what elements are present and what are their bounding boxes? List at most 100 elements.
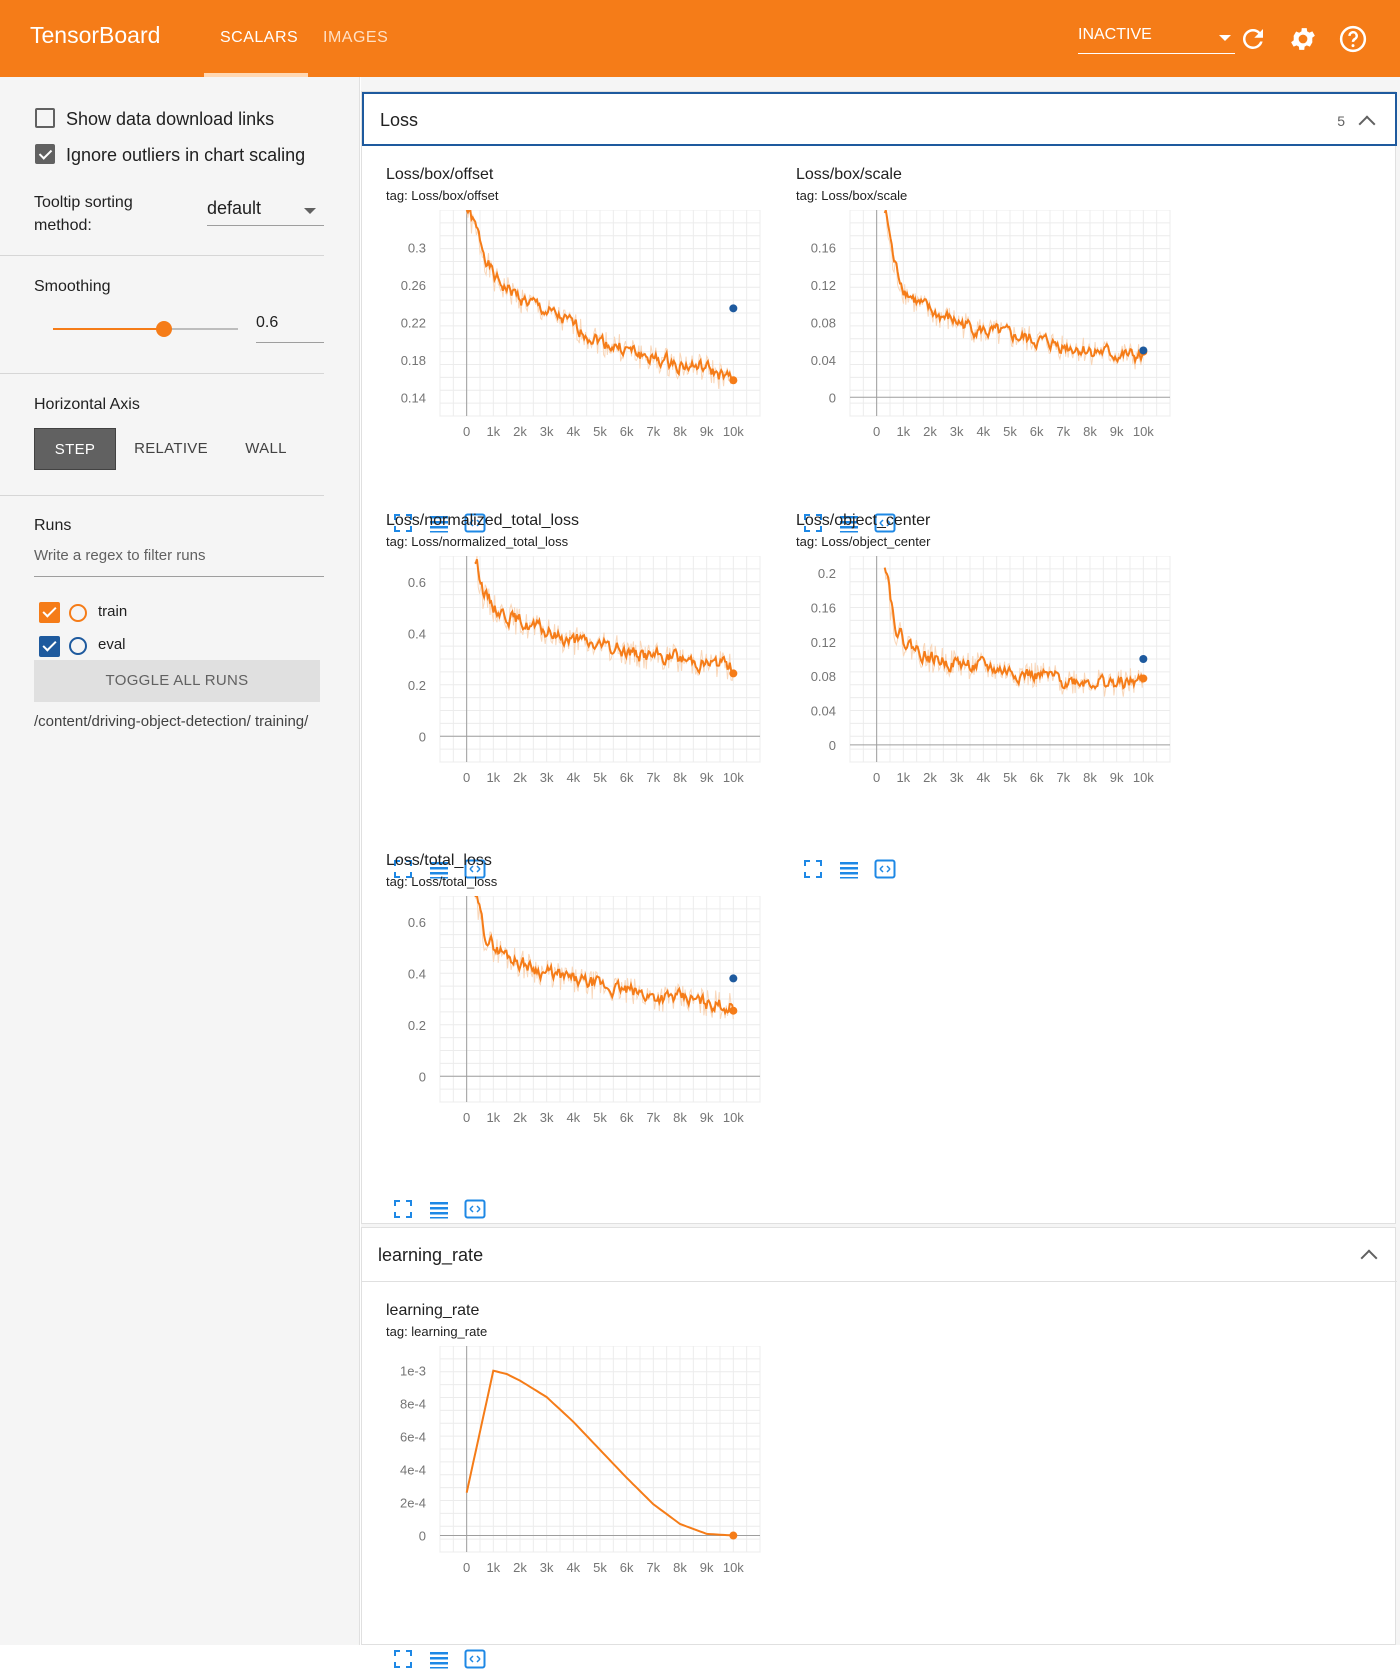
chevron-up-icon[interactable] <box>1358 115 1376 133</box>
run-eval-label: eval <box>98 636 126 653</box>
x-tick-label: 8k <box>1083 424 1097 439</box>
axis-relative-button[interactable]: RELATIVE <box>128 428 214 470</box>
tooltip-sorting-label: Tooltip sorting method: <box>34 194 133 234</box>
chart-plot: 0 1k 2k 3k 4k 5k 6k 7k 8k 9k 10k 0 0.2 0.4 0.6 <box>408 556 761 785</box>
data-point-eval <box>1139 346 1148 355</box>
fullscreen-icon[interactable] <box>392 468 414 532</box>
x-tick-label: 7k <box>1056 770 1070 785</box>
chart-plot: 0 1k 2k 3k 4k 5k 6k 7k 8k 9k 10k 0 2e-4 4e-4 6e-4 8e-4 1… <box>400 1346 761 1575</box>
y-tick-label: 8e-4 <box>400 1397 426 1412</box>
run-train-color-icon <box>69 604 87 622</box>
log-scale-icon[interactable] <box>838 814 860 879</box>
x-tick-label: 6k <box>620 1110 634 1125</box>
y-tick-label: 0.22 <box>401 315 426 330</box>
tab-scalars[interactable]: SCALARS <box>220 29 298 47</box>
refresh-icon[interactable] <box>1238 24 1268 54</box>
run-train-checkbox[interactable] <box>39 602 60 623</box>
log-scale-icon[interactable] <box>428 468 450 533</box>
chevron-up-icon[interactable] <box>1360 1249 1378 1267</box>
fit-domain-icon[interactable] <box>464 468 486 533</box>
runs-label: Runs <box>34 517 72 534</box>
log-scale-icon[interactable] <box>428 1604 450 1669</box>
y-tick-label: 0.4 <box>408 966 426 981</box>
x-tick-label: 3k <box>950 770 964 785</box>
fullscreen-icon[interactable] <box>392 1604 414 1668</box>
x-tick-label: 6k <box>620 424 634 439</box>
chart-tag: tag: learning_rate <box>386 1324 488 1339</box>
x-tick-label: 0 <box>463 1110 470 1125</box>
section-title: Loss <box>380 110 419 130</box>
chart-loss-total-loss: Loss/total_loss tag: Loss/total_loss 0 1k 2k… <box>362 852 762 1219</box>
divider <box>0 373 324 374</box>
sidebar: Show data download links Ignore outliers… <box>0 77 360 1645</box>
horizontal-axis-label: Horizontal Axis <box>34 396 140 413</box>
fit-domain-icon[interactable] <box>464 1154 486 1219</box>
x-tick-label: 8k <box>1083 770 1097 785</box>
axis-step-button[interactable]: STEP <box>34 428 116 470</box>
fit-domain-icon[interactable] <box>874 814 896 879</box>
x-tick-label: 6k <box>620 1560 634 1575</box>
x-tick-label: 4k <box>566 1560 580 1575</box>
x-tick-label: 0 <box>873 770 880 785</box>
x-tick-label: 5k <box>593 1560 607 1575</box>
fit-domain-icon[interactable] <box>464 1604 486 1669</box>
log-scale-icon[interactable] <box>428 1154 450 1219</box>
loss-section: Loss 5 Loss/box/offset tag: Loss/box/offs… <box>361 91 1397 1224</box>
chart-tag: tag: Loss/total_loss <box>386 874 498 889</box>
loss-section-header[interactable]: Loss 5 <box>362 92 1397 146</box>
data-point-train <box>729 1531 738 1540</box>
fullscreen-icon[interactable] <box>802 468 824 532</box>
ignore-outliers-checkbox[interactable] <box>35 144 55 164</box>
x-tick-label: 4k <box>976 424 990 439</box>
toggle-all-runs-button[interactable]: TOGGLE ALL RUNS <box>34 660 320 702</box>
log-scale-icon[interactable] <box>428 814 450 879</box>
x-tick-label: 3k <box>950 424 964 439</box>
x-tick-label: 9k <box>700 424 714 439</box>
x-tick-label: 9k <box>700 770 714 785</box>
y-tick-label: 0.04 <box>811 704 836 719</box>
chart-title: Loss/object_center <box>796 512 931 529</box>
axis-wall-button[interactable]: WALL <box>240 428 292 470</box>
log-scale-icon[interactable] <box>838 468 860 533</box>
x-tick-label: 8k <box>673 1560 687 1575</box>
run-status-select[interactable]: INACTIVE <box>1078 26 1235 54</box>
run-filter-input[interactable]: Write a regex to filter runs <box>34 547 324 577</box>
help-icon[interactable] <box>1338 24 1368 54</box>
x-tick-label: 6k <box>1030 424 1044 439</box>
x-tick-label: 8k <box>673 424 687 439</box>
x-tick-label: 10k <box>723 424 744 439</box>
chart-title: Loss/total_loss <box>386 852 492 869</box>
fit-domain-icon[interactable] <box>874 468 896 533</box>
fullscreen-icon[interactable] <box>392 814 414 878</box>
run-eval-checkbox[interactable] <box>39 636 60 657</box>
data-point-eval <box>729 304 738 313</box>
settings-icon[interactable] <box>1288 24 1318 54</box>
x-tick-label: 7k <box>646 1110 660 1125</box>
chart-tag: tag: Loss/object_center <box>796 534 931 549</box>
x-tick-label: 5k <box>593 770 607 785</box>
x-tick-label: 10k <box>723 1560 744 1575</box>
chart-title: learning_rate <box>386 1302 480 1319</box>
fit-domain-icon[interactable] <box>464 814 486 879</box>
x-tick-label: 7k <box>646 1560 660 1575</box>
x-tick-label: 0 <box>463 424 470 439</box>
run-status-value: INACTIVE <box>1078 26 1152 43</box>
tooltip-sorting-select[interactable]: default <box>207 198 324 226</box>
x-tick-label: 4k <box>976 770 990 785</box>
top-app-bar: TensorBoard SCALARS IMAGES INACTIVE <box>0 0 1400 77</box>
x-tick-label: 0 <box>463 770 470 785</box>
x-tick-label: 7k <box>646 424 660 439</box>
smoothing-value-input[interactable]: 0.6 <box>256 314 324 343</box>
show-download-links-checkbox[interactable] <box>35 108 55 128</box>
fullscreen-icon[interactable] <box>802 814 824 878</box>
chart-learning-rate: learning_rate tag: learning_rate 0 1k 2k 3k 4k… <box>362 1302 762 1669</box>
y-tick-label: 0 <box>419 729 426 744</box>
learning-rate-section-header[interactable]: learning_rate <box>362 1228 1397 1282</box>
smoothing-slider-thumb[interactable] <box>156 321 172 337</box>
chart-tag: tag: Loss/box/scale <box>796 188 908 203</box>
fullscreen-icon[interactable] <box>392 1154 414 1218</box>
y-tick-label: 0 <box>419 1529 426 1544</box>
x-tick-label: 8k <box>673 770 687 785</box>
tab-images[interactable]: IMAGES <box>323 29 388 47</box>
x-tick-label: 2k <box>513 1110 527 1125</box>
